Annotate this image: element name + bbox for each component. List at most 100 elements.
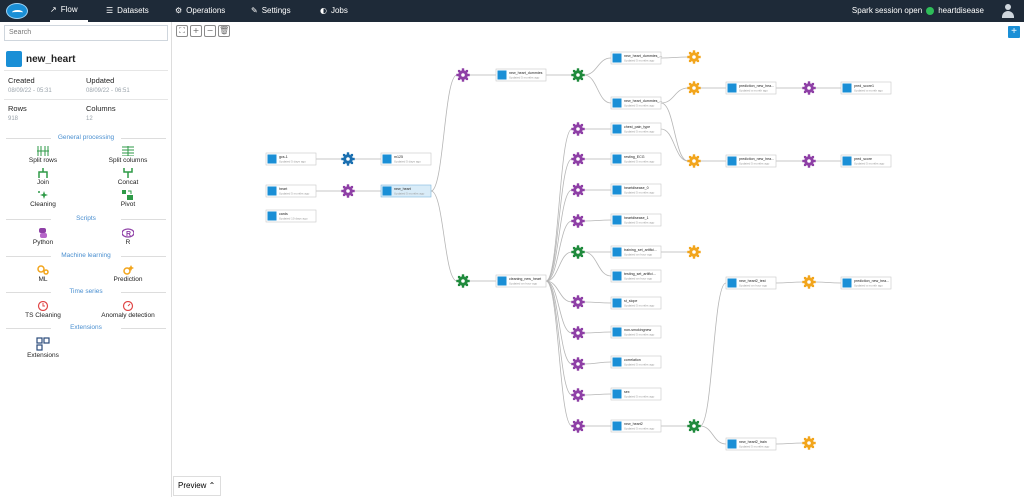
dataset-node[interactable]: training_set_artifici...Updated an hour … (610, 245, 662, 259)
ts-cleaning-tool[interactable]: TS Cleaning (8, 301, 78, 319)
dataset-node[interactable]: new_heart_dummies_...Updated 5 months ag… (610, 96, 662, 110)
operation-gear-icon[interactable] (341, 152, 355, 166)
pivot-tool[interactable]: Pivot (93, 190, 163, 208)
dataset-icon (612, 98, 622, 108)
fit-view-icon[interactable]: ⛶ (176, 25, 188, 37)
ml-tool[interactable]: ML (8, 265, 78, 283)
dataset-node[interactable]: new_heart2_testUpdated an hour ago (725, 276, 777, 290)
dataset-icon (842, 83, 852, 93)
split-columns-tool[interactable]: Split columns (93, 146, 163, 164)
r-tool[interactable]: R R (93, 228, 163, 246)
dataset-node-updated: Updated an hour ago (624, 277, 653, 281)
operation-gear-icon[interactable] (456, 274, 470, 288)
dataset-node[interactable]: heartdisease_0Updated 5 months ago (610, 183, 662, 197)
dataset-node[interactable]: cleaning_new_heartUpdated an hour ago (495, 274, 547, 288)
dataset-node-title: m125 (394, 155, 403, 159)
operation-gear-icon[interactable] (687, 154, 701, 168)
dataset-node[interactable]: prediction_new_hea...Updated a month ago (725, 81, 777, 95)
dataset-node[interactable]: pred_score1Updated a month ago (840, 81, 892, 95)
operation-gear-icon[interactable] (571, 326, 585, 340)
dataset-node[interactable]: heartUpdated 5 months ago (265, 184, 317, 198)
tab-jobs[interactable]: ◐ Jobs (320, 0, 348, 22)
operation-gear-icon[interactable] (802, 436, 816, 450)
flow-edge (583, 393, 612, 396)
flow-edge (430, 190, 458, 282)
operation-gear-icon[interactable] (571, 245, 585, 259)
add-node-button[interactable]: + (1008, 26, 1020, 38)
dataset-node-updated: Updated 5 months ago (624, 395, 655, 399)
zoom-in-icon[interactable]: + (190, 25, 202, 37)
dataset-node[interactable]: st_slopeUpdated 5 months ago (610, 296, 662, 310)
app-logo[interactable] (6, 3, 28, 19)
tab-operations[interactable]: ⚙ Operations (175, 0, 225, 22)
dataset-node[interactable]: prediction_new_hea...Updated 5 months ag… (725, 154, 777, 168)
created-label: Created (8, 76, 35, 85)
dataset-node[interactable]: sexUpdated 5 months ago (610, 387, 662, 401)
split-rows-tool[interactable]: Split rows (8, 146, 78, 164)
operation-gear-icon[interactable] (571, 68, 585, 82)
prediction-tool[interactable]: Prediction (93, 265, 163, 283)
operation-gear-icon[interactable] (456, 68, 470, 82)
dataset-node[interactable]: chest_pain_typeUpdated 5 months ago (610, 122, 662, 136)
flow-canvas[interactable]: gcs-1Updated 5 days agoheartUpdated 5 mo… (173, 42, 1024, 497)
tab-settings[interactable]: ✎ Settings (251, 0, 291, 22)
dataset-node[interactable]: prediction_new_hea...Updated a month ago (840, 276, 892, 290)
operation-gear-icon[interactable] (571, 419, 585, 433)
dataset-node[interactable]: new_heart2Updated 5 months ago (610, 419, 662, 433)
operation-gear-icon[interactable] (687, 50, 701, 64)
dataset-node[interactable]: testing_set_artifici...Updated an hour a… (610, 269, 662, 283)
search-input[interactable]: Search (4, 25, 168, 41)
operation-gear-icon[interactable] (571, 295, 585, 309)
user-avatar-icon[interactable] (1000, 3, 1016, 19)
operation-gear-icon[interactable] (687, 419, 701, 433)
dataset-node[interactable]: new_heartUpdated 5 months ago (380, 184, 432, 198)
prediction-label: Prediction (113, 276, 143, 283)
dataset-node[interactable]: heartdisease_1Updated 5 months ago (610, 213, 662, 227)
flow-edge (545, 158, 573, 282)
dataset-node-updated: Updated 5 months ago (624, 304, 655, 308)
preview-toggle[interactable]: Preview ⌃ (173, 476, 221, 496)
dataset-node[interactable]: correlationUpdated 5 months ago (610, 355, 662, 369)
operation-gear-icon[interactable] (802, 154, 816, 168)
operation-gear-icon[interactable] (571, 214, 585, 228)
canvas-toolbar: ⛶ + − 🗑 (176, 25, 230, 39)
zoom-out-icon[interactable]: − (204, 25, 216, 37)
join-tool[interactable]: Join (8, 168, 78, 186)
operation-gear-icon[interactable] (802, 275, 816, 289)
dataset-node[interactable]: new_heart_dummies_...Updated 5 months ag… (610, 51, 662, 65)
dataset-node[interactable]: new_heart2_trainUpdated 5 months ago (725, 437, 777, 451)
cleaning-tool[interactable]: Cleaning (8, 190, 78, 208)
dataset-node[interactable]: resting_ECGUpdated 5 months ago (610, 152, 662, 166)
anomaly-detection-tool[interactable]: Anomaly detection (93, 301, 163, 319)
spark-session-status[interactable]: Spark session open heartdisease (852, 0, 984, 22)
updated-label: Updated (86, 76, 115, 85)
dataset-node-updated: Updated an hour ago (739, 284, 768, 288)
list-icon: ☰ (106, 6, 114, 15)
dataset-node-title: st_slope (624, 299, 637, 303)
operation-gear-icon[interactable] (687, 245, 701, 259)
operation-gear-icon[interactable] (341, 184, 355, 198)
operation-gear-icon[interactable] (571, 388, 585, 402)
operation-gear-icon[interactable] (571, 152, 585, 166)
tab-datasets[interactable]: ☰ Datasets (106, 0, 149, 22)
tab-flow[interactable]: ↗ Flow (50, 0, 88, 22)
operation-gear-icon[interactable] (687, 81, 701, 95)
dataset-node[interactable]: pred_scoreUpdated 5 months ago (840, 154, 892, 168)
dataset-node[interactable]: gcs-1Updated 5 days ago (265, 152, 317, 166)
dataset-node[interactable]: cardsUpdated 10 days ago (265, 209, 317, 223)
dataset-node[interactable]: m125Updated 5 days ago (380, 152, 432, 166)
concat-tool[interactable]: Concat (93, 168, 163, 186)
flow-edge (660, 128, 689, 162)
dataset-node-title: heart (279, 187, 287, 191)
extensions-tool[interactable]: Extensions (8, 337, 78, 359)
operation-gear-icon[interactable] (571, 183, 585, 197)
flow-edge (699, 282, 727, 427)
operation-gear-icon[interactable] (571, 122, 585, 136)
dataset-node[interactable]: non-smokingnewUpdated 5 months ago (610, 325, 662, 339)
dataset-node[interactable]: new_heart_dummiesUpdated 5 months ago (495, 68, 547, 82)
operation-gear-icon[interactable] (802, 81, 816, 95)
trash-icon[interactable]: 🗑 (218, 25, 230, 37)
operation-gear-icon[interactable] (571, 357, 585, 371)
clock-icon (37, 301, 49, 311)
python-tool[interactable]: Python (8, 228, 78, 246)
